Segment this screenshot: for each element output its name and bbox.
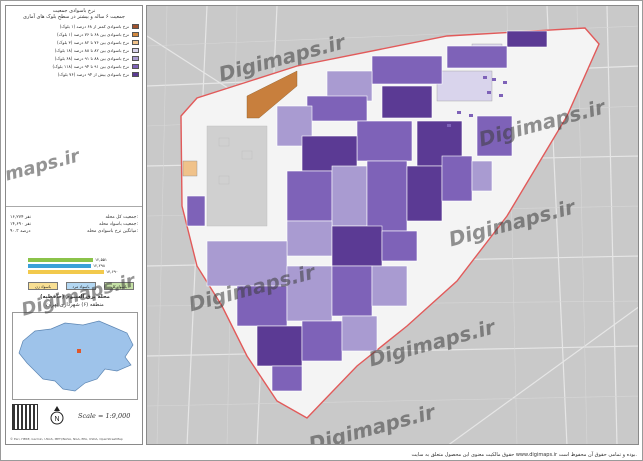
legend-item: نرخ باسوادی بین ۹۱ تا ۹۴ درصد (۱۱۸ بلوک)	[6, 62, 142, 70]
legend-item: نرخ باسوادی بیش از ۹۴ درصد (۷۶ بلوک)	[6, 70, 142, 78]
bar-male	[28, 264, 91, 268]
stats-block: ۱۶,۲۷۴ نفر جمعیت کل محله: ۱۴,۶۹۰ نفر جمعیت…	[6, 214, 142, 235]
svg-text:N: N	[54, 416, 59, 423]
legend-item: نرخ باسوادی کمتر از ۶۸ درصد (۱ بلوک)	[6, 22, 142, 30]
map-area: Digimaps.ir Digimaps.ir Digimaps.ir Digi…	[146, 5, 639, 445]
bar-total-label: ۱۲,۵۵۱	[95, 257, 108, 262]
scale-text: Scale = 1:9,000	[78, 412, 131, 420]
legend-swatch	[132, 47, 139, 53]
legend-item: نرخ باسوادی بین ۸۲ تا ۸۸ درصد (۱۸ بلوک)	[6, 46, 142, 54]
legend-panel: نرخ باسوادی جمعیت جمعیت ۶ ساله و بیشتر د…	[5, 5, 143, 445]
footer-copyright: حقوق مالکیت معنوی این محصول متعلق به سای…	[411, 452, 637, 458]
legend-title-line2: جمعیت ۶ ساله و بیشتر در سطح بلوک های آما…	[22, 14, 126, 20]
place-title-line2: منطقه (۶) شهرداری تهران	[46, 302, 104, 308]
legend-swatch	[132, 55, 139, 61]
legend-title: نرخ باسوادی جمعیت جمعیت ۶ ساله و بیشتر د…	[6, 6, 142, 20]
legend-swatch	[132, 39, 139, 45]
stat-row: ۹۰.۳ درصد میانگین نرخ باسوادی محله:	[10, 229, 138, 234]
category-male: باسواد مرد	[66, 282, 96, 290]
place-title-line1: محله برق آلستوم (حافظیه)	[40, 294, 110, 300]
stat-row: ۱۴,۶۹۰ نفر جمعیت باسواد محله:	[10, 222, 138, 227]
north-arrow-icon: N	[50, 406, 64, 428]
bar-female	[28, 270, 104, 274]
legend-swatch	[132, 31, 139, 37]
bar-female-label: ۱۴,۶۹۰	[106, 269, 119, 274]
legend-swatch	[132, 23, 139, 29]
bar-total	[28, 258, 93, 262]
legend-item: نرخ باسوادی بین ۸۸ تا ۹۱ درصد (۶۸ بلوک)	[6, 54, 142, 62]
category-female: باسواد زن	[28, 282, 58, 290]
basemap	[147, 6, 638, 444]
legend-item: نرخ باسوادی بین ۷۶ تا ۸۲ درصد (۳ بلوک)	[6, 38, 142, 46]
legend-swatch	[132, 63, 139, 69]
legend-divider	[6, 206, 142, 207]
stat-row: ۱۶,۲۷۴ نفر جمعیت کل محله:	[10, 215, 138, 220]
location-marker	[77, 349, 81, 353]
inset-locator-map	[12, 312, 138, 400]
legend-items: نرخ باسوادی کمتر از ۶۸ درصد (۱ بلوک) نرخ…	[6, 22, 142, 78]
legend-item: نرخ باسوادی بین ۶۸ تا ۷۶ درصد (۱ بلوک)	[6, 30, 142, 38]
credit-text: © Esri, HERE, Garmin, USGS, METI/NASA, N…	[10, 437, 123, 441]
category-total: باسواد کل	[104, 282, 134, 290]
bar-male-label: ۱۲,۲۹۸	[93, 263, 106, 268]
literacy-bar-chart: ۱۲,۵۵۱ ۱۲,۲۹۸ ۱۴,۶۹۰	[28, 257, 140, 280]
qr-code	[12, 404, 38, 430]
legend-swatch	[132, 71, 139, 77]
tehran-outline	[18, 320, 134, 392]
